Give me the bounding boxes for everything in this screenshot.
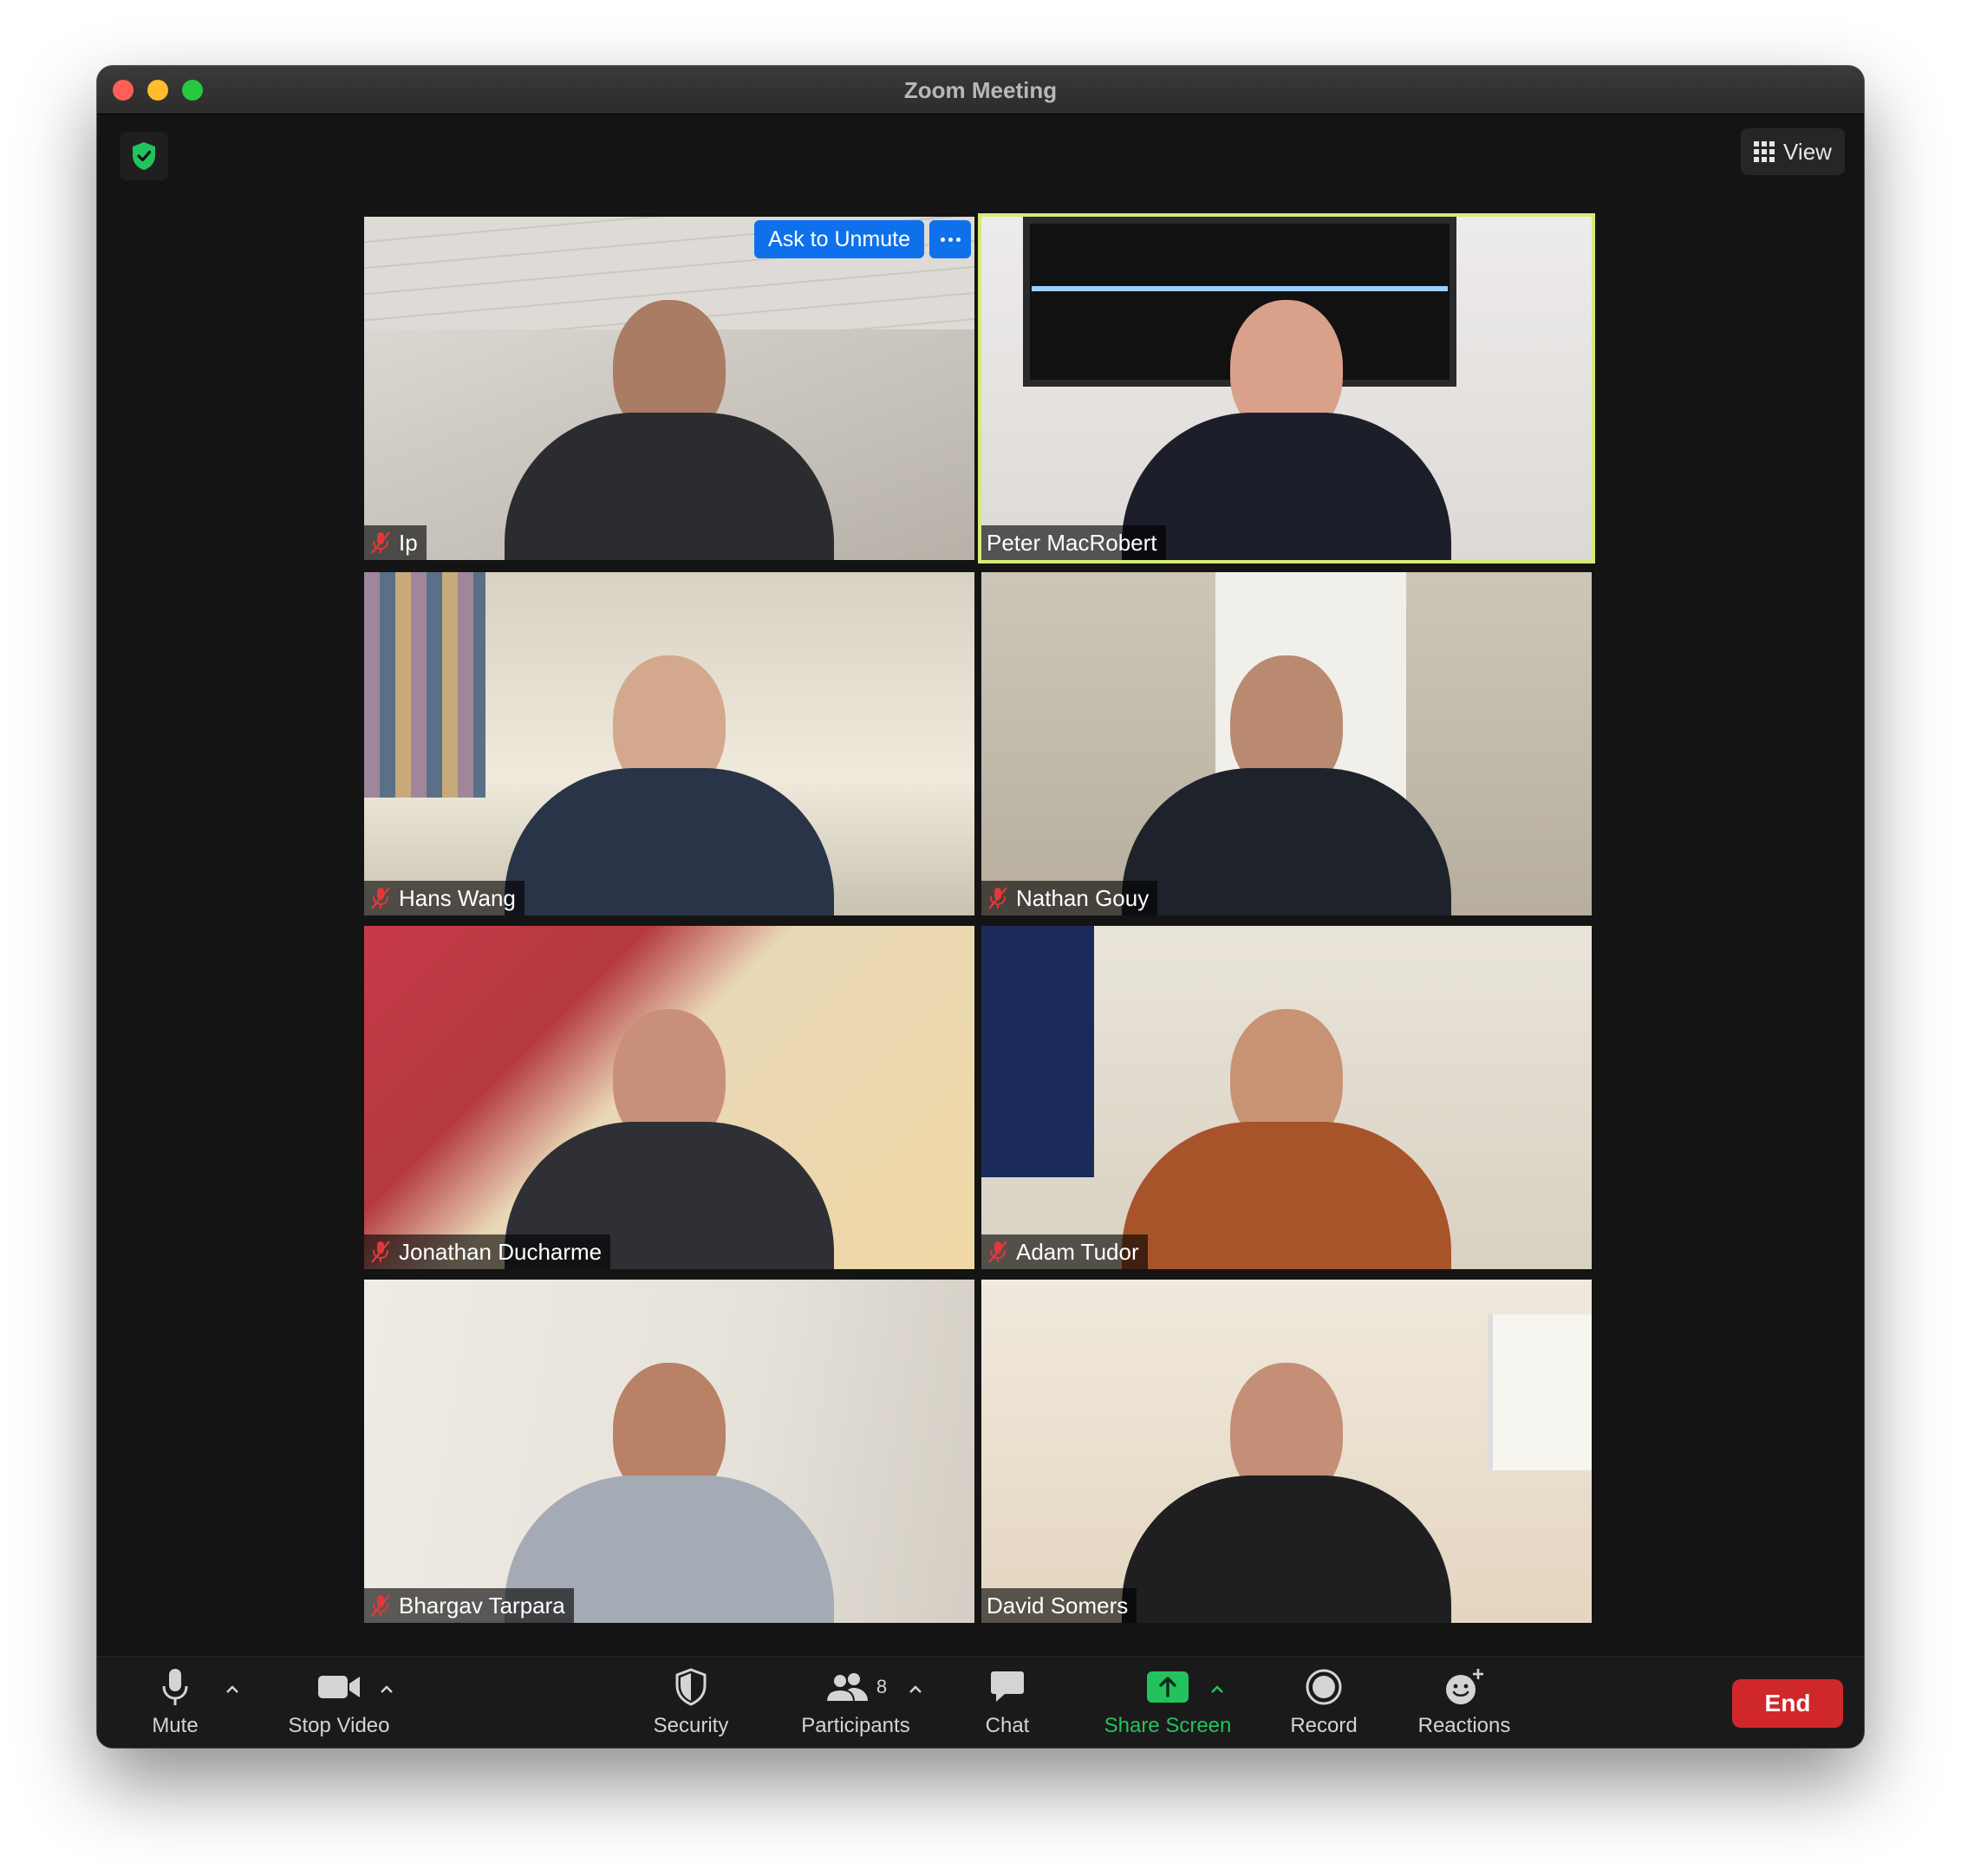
zoom-window: Zoom Meeting View Ask to Unmute Ip Peter… bbox=[97, 66, 1864, 1748]
video-options-caret-icon[interactable] bbox=[378, 1681, 395, 1698]
participant-video bbox=[505, 1009, 834, 1269]
participant-video bbox=[1122, 1363, 1451, 1623]
muted-microphone-icon bbox=[371, 1241, 390, 1263]
participant-name-tag: Bhargav Tarpara bbox=[364, 1588, 574, 1623]
encryption-shield-button[interactable] bbox=[120, 132, 168, 180]
participant-video bbox=[505, 300, 834, 560]
shield-check-icon bbox=[133, 142, 155, 170]
mute-button[interactable]: Mute bbox=[132, 1665, 218, 1743]
participant-name-tag: Jonathan Ducharme bbox=[364, 1234, 611, 1269]
chat-bubble-icon bbox=[991, 1671, 1024, 1702]
muted-microphone-icon bbox=[988, 1241, 1007, 1263]
share-screen-button[interactable]: Share Screen bbox=[1085, 1665, 1250, 1743]
stop-video-button[interactable]: Stop Video bbox=[265, 1665, 413, 1743]
participants-options-caret-icon[interactable] bbox=[907, 1681, 924, 1698]
participant-name: Peter MacRobert bbox=[987, 529, 1157, 556]
participant-name: Adam Tudor bbox=[1016, 1238, 1139, 1265]
chat-label: Chat bbox=[985, 1714, 1030, 1737]
security-shield-icon bbox=[675, 1668, 707, 1706]
title-bar: Zoom Meeting bbox=[97, 66, 1864, 114]
grid-view-icon bbox=[1754, 141, 1775, 162]
video-camera-icon bbox=[318, 1676, 360, 1698]
participant-video bbox=[505, 655, 834, 915]
participant-name: Nathan Gouy bbox=[1016, 884, 1150, 911]
mute-label: Mute bbox=[152, 1714, 199, 1737]
video-tile[interactable]: Jonathan Ducharme bbox=[364, 926, 974, 1269]
video-tile-active-speaker[interactable]: Peter MacRobert bbox=[978, 213, 1595, 563]
video-tile[interactable]: Bhargav Tarpara bbox=[364, 1280, 974, 1623]
participant-name-tag: David Somers bbox=[981, 1588, 1137, 1623]
share-screen-label: Share Screen bbox=[1104, 1714, 1232, 1737]
security-label: Security bbox=[653, 1714, 729, 1737]
participant-video bbox=[1122, 1009, 1451, 1269]
participants-count: 8 bbox=[876, 1676, 888, 1697]
video-tile[interactable]: Adam Tudor bbox=[981, 926, 1592, 1269]
video-tile[interactable]: Nathan Gouy bbox=[981, 572, 1592, 915]
muted-microphone-icon bbox=[988, 887, 1007, 909]
participant-name: David Somers bbox=[987, 1592, 1129, 1619]
window-title: Zoom Meeting bbox=[903, 77, 1058, 103]
participant-name: Ip bbox=[399, 529, 418, 556]
muted-microphone-icon bbox=[371, 531, 390, 554]
more-options-button[interactable] bbox=[929, 220, 971, 258]
participant-name: Hans Wang bbox=[399, 884, 516, 911]
participant-name-tag: Peter MacRobert bbox=[981, 525, 1166, 560]
video-tile[interactable]: Ask to Unmute Ip bbox=[364, 217, 974, 560]
participant-name-tag: Hans Wang bbox=[364, 881, 524, 915]
participant-video bbox=[1122, 300, 1451, 560]
end-meeting-button[interactable]: End bbox=[1732, 1679, 1843, 1728]
view-label: View bbox=[1783, 138, 1832, 165]
stop-video-label: Stop Video bbox=[288, 1714, 390, 1737]
participant-name-tag: Nathan Gouy bbox=[981, 881, 1158, 915]
reactions-button[interactable]: Reactions bbox=[1399, 1665, 1529, 1743]
participant-name: Jonathan Ducharme bbox=[399, 1238, 603, 1265]
reactions-label: Reactions bbox=[1417, 1714, 1511, 1737]
smiley-add-icon bbox=[1446, 1669, 1483, 1704]
microphone-icon bbox=[162, 1669, 188, 1705]
share-screen-arrow-icon bbox=[1147, 1671, 1189, 1703]
record-icon bbox=[1306, 1669, 1342, 1705]
view-button[interactable]: View bbox=[1741, 128, 1845, 175]
participants-button[interactable]: 8 Participants bbox=[782, 1665, 929, 1743]
share-options-caret-icon[interactable] bbox=[1209, 1681, 1226, 1698]
participant-video bbox=[505, 1363, 834, 1623]
participants-icon bbox=[824, 1673, 868, 1703]
meeting-controls-toolbar: Mute Stop Video Security 8 Participants … bbox=[97, 1656, 1864, 1748]
record-button[interactable]: Record bbox=[1267, 1665, 1380, 1743]
participant-name-tag: Ip bbox=[364, 525, 427, 560]
video-tile[interactable]: David Somers bbox=[981, 1280, 1592, 1623]
security-button[interactable]: Security bbox=[635, 1665, 747, 1743]
muted-microphone-icon bbox=[371, 887, 390, 909]
participant-name-tag: Adam Tudor bbox=[981, 1234, 1148, 1269]
record-label: Record bbox=[1290, 1714, 1358, 1737]
chat-button[interactable]: Chat bbox=[964, 1665, 1051, 1743]
ask-to-unmute-button[interactable]: Ask to Unmute bbox=[754, 220, 924, 258]
participant-video bbox=[1122, 655, 1451, 915]
participant-name: Bhargav Tarpara bbox=[399, 1592, 565, 1619]
audio-options-caret-icon[interactable] bbox=[224, 1681, 241, 1698]
video-tile[interactable]: Hans Wang bbox=[364, 572, 974, 915]
participants-label: Participants bbox=[801, 1714, 910, 1737]
muted-microphone-icon bbox=[371, 1594, 390, 1617]
